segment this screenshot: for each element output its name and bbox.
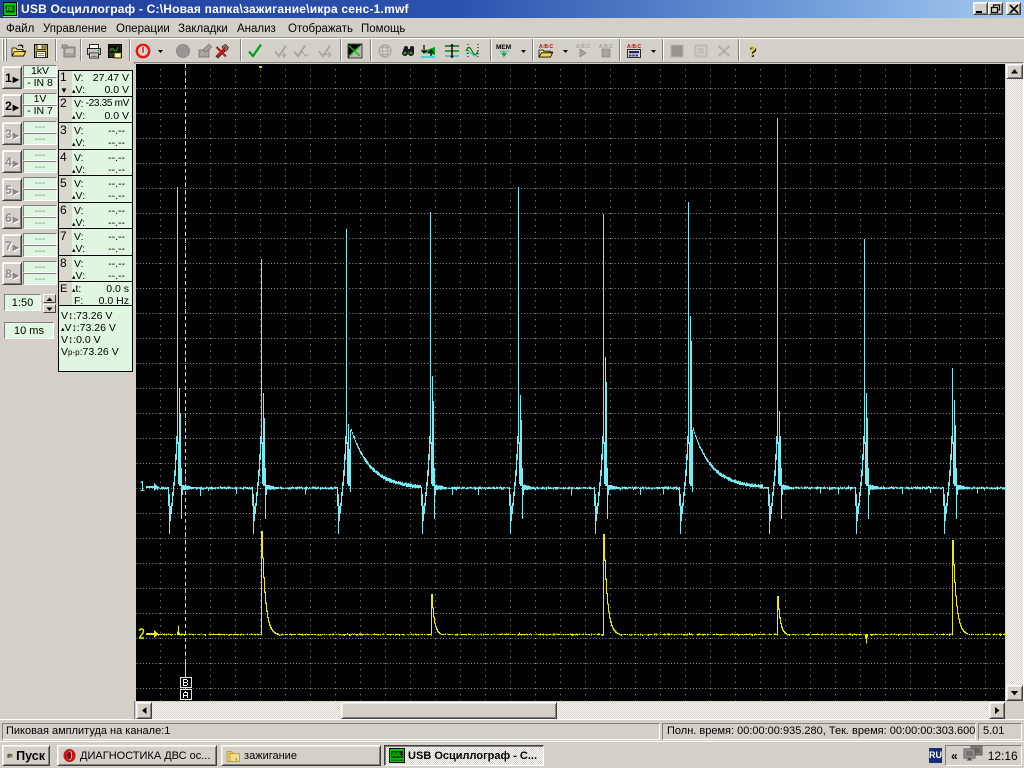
svg-text:MEM: MEM [496, 44, 511, 51]
svg-text:A:B:C: A:B:C [539, 44, 554, 50]
svg-text:A:B:C: A:B:C [576, 44, 591, 50]
svg-text:A:B:C: A:B:C [627, 44, 642, 50]
svg-text:?: ? [749, 44, 757, 59]
